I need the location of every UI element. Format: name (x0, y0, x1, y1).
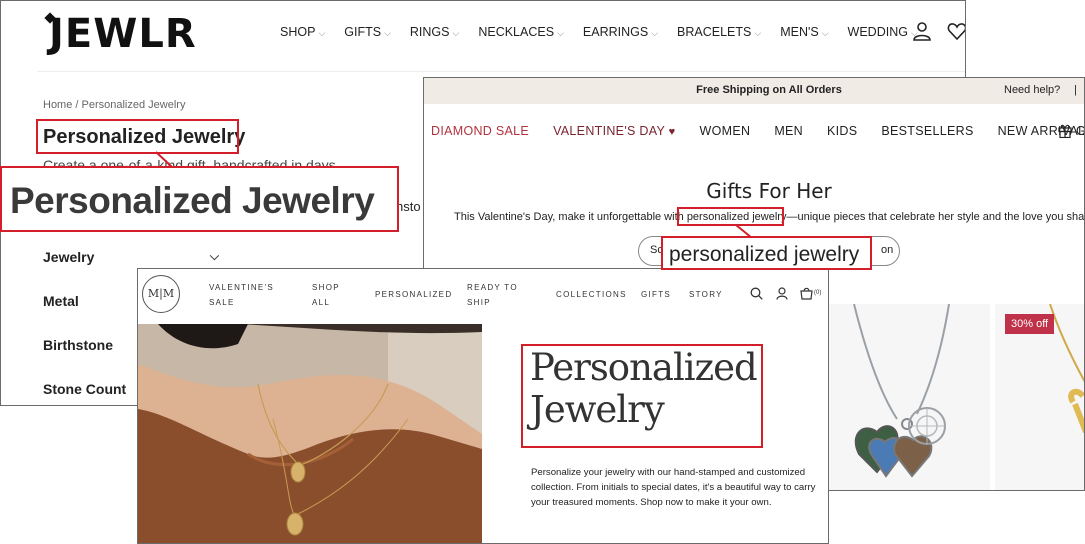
chevron-down-icon: ⌵ (384, 28, 391, 38)
nav-item-shop[interactable]: SHOP ⌵ (280, 25, 325, 39)
model-wearing-necklace-image (138, 324, 482, 543)
zoom-text: personalized jewelry (669, 243, 860, 266)
page-title: Personalized Jewelry (530, 346, 758, 431)
product-image[interactable] (829, 303, 990, 490)
search-icon[interactable] (750, 287, 763, 300)
nav-item-women[interactable]: WOMEN (700, 124, 751, 138)
page-description: This Valentine's Day, make it unforgetta… (454, 211, 1085, 223)
breadcrumb[interactable]: Home / Personalized Jewelry (43, 99, 185, 111)
page-title: Gifts For Her (706, 179, 832, 203)
mm-personalized-screenshot: M|M VALENTINE'S SALE SHOP ALL PERSONALIZED… (137, 268, 829, 544)
page-title: Personalized Jewelry (43, 126, 246, 148)
chevron-down-icon: ⌵ (318, 28, 326, 38)
nav-item-ready-to-ship[interactable]: READY TO SHIP (467, 280, 518, 310)
nav-item-gifts[interactable]: GIFTS ⌵ (344, 25, 391, 39)
mm-logo-text: M|M (147, 287, 175, 300)
shop-button-label-fragment: on (881, 244, 894, 256)
highlighted-keyword: personalized jewelry (686, 211, 787, 223)
nav-item-rings[interactable]: RINGS ⌵ (410, 25, 459, 39)
main-nav: SHOP ⌵ GIFTS ⌵ RINGS ⌵ NECKLACES ⌵ EARRINGS ⌵… (280, 25, 937, 39)
nav-item-gifts[interactable]: GIFTS (641, 287, 671, 302)
chevron-down-icon: ⌵ (651, 28, 659, 38)
nav-item-diamond-sale[interactable]: DIAMOND SALE (431, 124, 529, 138)
heart-icon[interactable] (947, 21, 966, 41)
nav-item-kids[interactable]: KIDS (827, 124, 857, 138)
nav-item-earrings[interactable]: EARRINGS ⌵ (583, 25, 658, 39)
zoom-callout-jewlr: Personalized Jewelry (0, 166, 399, 232)
nav-item-men[interactable]: MEN (774, 124, 803, 138)
header-divider (37, 71, 965, 72)
nav-item-mens[interactable]: MEN'S ⌵ (780, 25, 828, 39)
nav-item-bracelets[interactable]: BRACELETS ⌵ (677, 25, 761, 39)
discount-badge: 30% off (1005, 314, 1055, 334)
main-nav: DIAMOND SALE VALENTINE'S DAY ♥ WOMEN MEN… (431, 124, 1084, 138)
locket-necklace-image (853, 303, 950, 478)
hero-image (138, 324, 482, 543)
account-icon[interactable] (912, 21, 932, 41)
nav-item-shop-all[interactable]: SHOP ALL (312, 280, 340, 310)
nav-item-valentines-day[interactable]: VALENTINE'S DAY ♥ (553, 124, 675, 138)
nav-item-wedding[interactable]: WEDDING ⌵ (848, 25, 918, 39)
help-link[interactable]: Need help? (1004, 84, 1060, 96)
gift-icon[interactable] (1058, 123, 1072, 138)
jewlr-logo[interactable]: JEWLR (49, 11, 197, 57)
chevron-down-icon: ⌵ (821, 28, 829, 38)
nav-item-personalized[interactable]: PERSONALIZED (375, 287, 452, 302)
chevron-down-icon: ⌵ (209, 249, 219, 263)
account-icon[interactable] (776, 287, 788, 300)
help-separator: | (1074, 84, 1077, 96)
nav-item-bestsellers[interactable]: BESTSELLERS (881, 124, 973, 138)
chevron-down-icon: ⌵ (557, 28, 564, 38)
cart-icon[interactable] (800, 287, 813, 300)
chevron-down-icon: ⌵ (452, 28, 460, 38)
nav-item-valentines-sale[interactable]: VALENTINE'S SALE (209, 280, 274, 310)
shipping-banner: Free Shipping on All Orders (696, 84, 842, 96)
nav-item-fragment[interactable]: G (1076, 124, 1084, 138)
zoom-callout-keyword: personalized jewelry (661, 236, 872, 270)
cart-count: (0) (814, 290, 822, 296)
nav-item-collections[interactable]: COLLECTIONS (556, 287, 627, 302)
nav-item-necklaces[interactable]: NECKLACES ⌵ (478, 25, 564, 39)
chevron-down-icon: ⌵ (754, 28, 762, 38)
filter-button-fragment[interactable]: hsto (396, 199, 421, 214)
page-description: Personalize your jewelry with our hand-s… (531, 467, 816, 508)
nav-item-story[interactable]: STORY (689, 287, 723, 302)
heart-icon: ♥ (668, 126, 676, 138)
zoom-text: Personalized Jewelry (10, 180, 375, 221)
